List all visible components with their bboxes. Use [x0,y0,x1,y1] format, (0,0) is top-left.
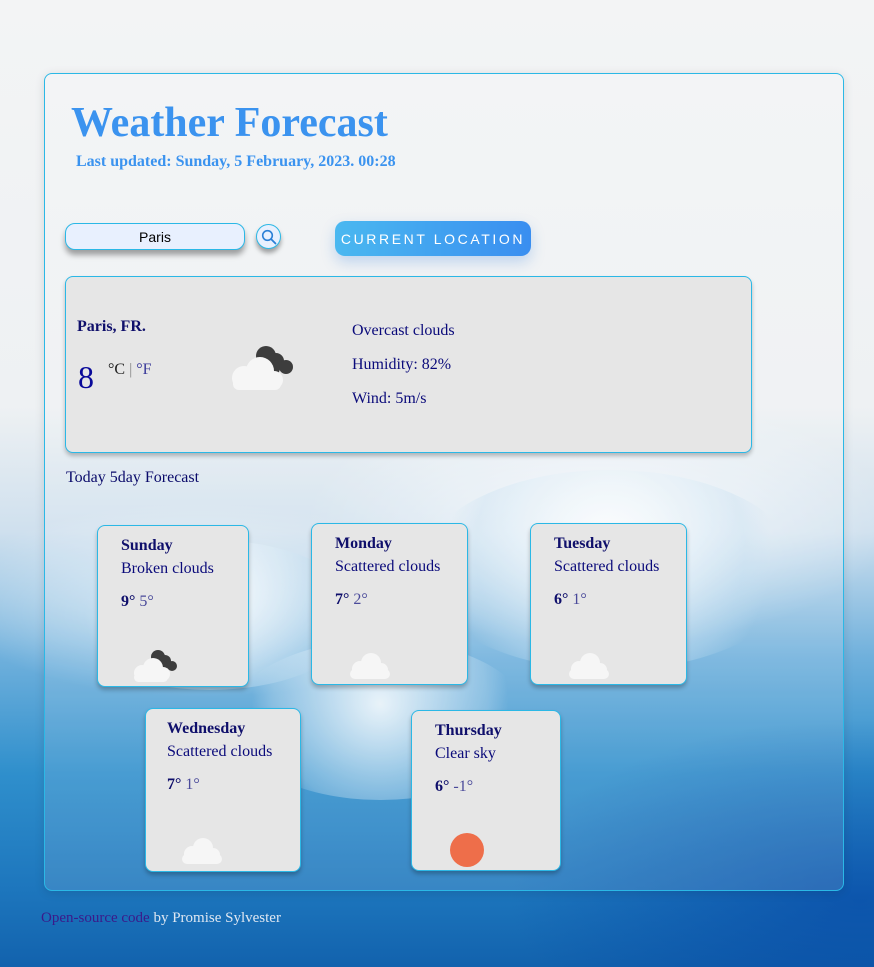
forecast-card-thursday: Thursday Clear sky 6° -1° [411,710,561,871]
forecast-high: 9° [121,593,136,610]
forecast-card-sunday: Sunday Broken clouds 9° 5° [97,525,249,687]
forecast-card-wednesday: Wednesday Scattered clouds 7° 1° [145,708,301,872]
forecast-low: 5° [139,593,154,610]
last-updated-text: Last updated: Sunday, 5 February, 2023. … [76,153,396,170]
wind-text: Wind: 5m/s [352,390,427,407]
search-button[interactable] [256,224,281,249]
forecast-day: Sunday [121,537,173,554]
forecast-high: 6° [435,778,450,795]
forecast-low: -1° [453,778,474,795]
forecast-card-monday: Monday Scattered clouds 7° 2° [311,523,468,685]
forecast-temps: 7° 2° [335,591,368,609]
forecast-label: Today 5day Forecast [66,469,200,486]
weather-description: Overcast clouds [352,322,455,339]
forecast-low: 1° [572,591,587,608]
forecast-day: Tuesday [554,535,611,552]
city-name: Paris, FR. [77,318,146,335]
forecast-day: Thursday [435,722,502,739]
footer: Open-source code by Promise Sylvester [41,910,281,927]
forecast-high: 7° [167,776,182,793]
forecast-high: 6° [554,591,569,608]
city-search-input[interactable] [65,223,245,250]
sun-icon [450,833,484,867]
forecast-high: 7° [335,591,350,608]
search-icon [261,229,277,245]
page-title: Weather Forecast [71,100,388,146]
forecast-temps: 9° 5° [121,593,154,611]
humidity-text: Humidity: 82% [352,356,452,373]
current-temperature: 8 [78,359,94,395]
open-source-link[interactable]: Open-source code [41,910,150,926]
forecast-description: Scattered clouds [167,743,273,760]
cloud-scattered-icon [182,838,222,864]
forecast-description: Scattered clouds [335,558,441,575]
forecast-card-tuesday: Tuesday Scattered clouds 6° 1° [530,523,687,685]
current-weather-card: Paris, FR. 8 °C | °F Overcast clouds Hum… [65,276,752,453]
current-location-button[interactable]: CURRENT LOCATION [335,221,531,256]
fahrenheit-link[interactable]: °F [136,361,151,378]
celsius-link[interactable]: °C [108,361,125,378]
author-credit: by Promise Sylvester [149,910,281,926]
unit-separator: | [129,361,133,378]
cloud-scattered-icon [569,653,609,679]
forecast-temps: 6° 1° [554,591,587,609]
cloud-scattered-icon [350,653,390,679]
forecast-day: Wednesday [167,720,246,737]
forecast-day: Monday [335,535,392,552]
cloud-overcast-icon [232,346,293,390]
forecast-temps: 6° -1° [435,778,473,796]
forecast-low: 1° [185,776,200,793]
forecast-description: Clear sky [435,745,496,762]
forecast-temps: 7° 1° [167,776,200,794]
forecast-description: Scattered clouds [554,558,660,575]
forecast-description: Broken clouds [121,560,214,577]
unit-toggle: °C | °F [108,361,152,379]
forecast-low: 2° [353,591,368,608]
cloud-broken-icon [134,650,177,682]
